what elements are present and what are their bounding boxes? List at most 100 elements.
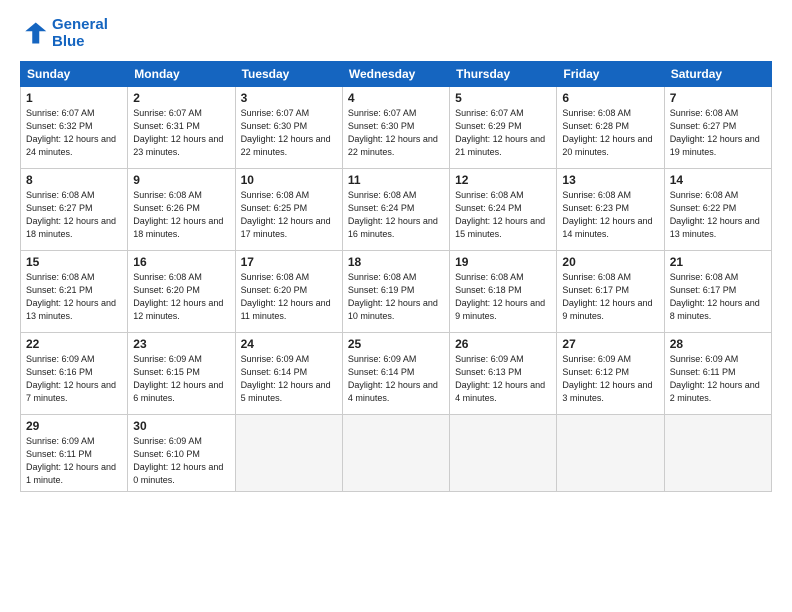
logo-text: General [52,16,108,33]
day-info: Sunrise: 6:09 AMSunset: 6:16 PMDaylight:… [26,353,122,405]
calendar-week-row: 15 Sunrise: 6:08 AMSunset: 6:21 PMDayligh… [21,250,772,332]
day-info: Sunrise: 6:08 AMSunset: 6:20 PMDaylight:… [241,271,337,323]
calendar-week-row: 22 Sunrise: 6:09 AMSunset: 6:16 PMDayligh… [21,332,772,414]
day-info: Sunrise: 6:08 AMSunset: 6:17 PMDaylight:… [670,271,766,323]
calendar-cell: 4Sunrise: 6:07 AMSunset: 6:30 PMDaylight… [342,86,449,168]
logo: General Blue [20,16,108,51]
calendar-cell [664,414,771,491]
calendar-cell: 23 Sunrise: 6:09 AMSunset: 6:15 PMDayligh… [128,332,235,414]
calendar-cell: 7 Sunrise: 6:08 AMSunset: 6:27 PMDaylight… [664,86,771,168]
calendar-cell: 14 Sunrise: 6:08 AMSunset: 6:22 PMDayligh… [664,168,771,250]
calendar-cell [342,414,449,491]
day-number: 29 [26,419,122,433]
calendar-cell: 11 Sunrise: 6:08 AMSunset: 6:24 PMDayligh… [342,168,449,250]
day-info: Sunrise: 6:08 AMSunset: 6:24 PMDaylight:… [455,189,551,241]
day-number: 11 [348,173,444,187]
day-number: 14 [670,173,766,187]
calendar-cell: 1Sunrise: 6:07 AMSunset: 6:32 PMDaylight… [21,86,128,168]
day-info: Sunrise: 6:09 AMSunset: 6:12 PMDaylight:… [562,353,658,405]
weekday-header-saturday: Saturday [664,61,771,86]
calendar-cell: 30 Sunrise: 6:09 AMSunset: 6:10 PMDayligh… [128,414,235,491]
calendar-cell: 24 Sunrise: 6:09 AMSunset: 6:14 PMDayligh… [235,332,342,414]
day-info: Sunrise: 6:08 AMSunset: 6:24 PMDaylight:… [348,189,444,241]
header: General Blue [20,16,772,51]
calendar-week-row: 29 Sunrise: 6:09 AMSunset: 6:11 PMDayligh… [21,414,772,491]
calendar-cell [557,414,664,491]
day-info: Sunrise: 6:09 AMSunset: 6:14 PMDaylight:… [348,353,444,405]
day-info: Sunrise: 6:08 AMSunset: 6:21 PMDaylight:… [26,271,122,323]
calendar-cell: 27 Sunrise: 6:09 AMSunset: 6:12 PMDayligh… [557,332,664,414]
weekday-header-tuesday: Tuesday [235,61,342,86]
day-number: 26 [455,337,551,351]
day-number: 15 [26,255,122,269]
calendar-cell: 10 Sunrise: 6:08 AMSunset: 6:25 PMDayligh… [235,168,342,250]
day-number: 23 [133,337,229,351]
day-info: Sunrise: 6:08 AMSunset: 6:28 PMDaylight:… [562,107,658,159]
day-number: 17 [241,255,337,269]
calendar-cell: 2Sunrise: 6:07 AMSunset: 6:31 PMDaylight… [128,86,235,168]
day-number: 27 [562,337,658,351]
day-number: 9 [133,173,229,187]
day-number: 8 [26,173,122,187]
day-info: Sunrise: 6:08 AMSunset: 6:20 PMDaylight:… [133,271,229,323]
day-info: Sunrise: 6:07 AMSunset: 6:32 PMDaylight:… [26,107,122,159]
day-info: Sunrise: 6:08 AMSunset: 6:27 PMDaylight:… [26,189,122,241]
day-number: 25 [348,337,444,351]
calendar-cell: 16Sunrise: 6:08 AMSunset: 6:20 PMDayligh… [128,250,235,332]
calendar-cell: 3 Sunrise: 6:07 AMSunset: 6:30 PMDaylight… [235,86,342,168]
day-info: Sunrise: 6:08 AMSunset: 6:27 PMDaylight:… [670,107,766,159]
calendar-cell: 20 Sunrise: 6:08 AMSunset: 6:17 PMDayligh… [557,250,664,332]
calendar-cell: 26 Sunrise: 6:09 AMSunset: 6:13 PMDayligh… [450,332,557,414]
day-number: 22 [26,337,122,351]
calendar-cell: 21 Sunrise: 6:08 AMSunset: 6:17 PMDayligh… [664,250,771,332]
logo-icon [20,19,48,47]
day-number: 30 [133,419,229,433]
calendar-cell: 5 Sunrise: 6:07 AMSunset: 6:29 PMDaylight… [450,86,557,168]
calendar-cell: 19Sunrise: 6:08 AMSunset: 6:18 PMDayligh… [450,250,557,332]
day-number: 20 [562,255,658,269]
day-info: Sunrise: 6:09 AMSunset: 6:10 PMDaylight:… [133,435,229,487]
day-info: Sunrise: 6:08 AMSunset: 6:26 PMDaylight:… [133,189,229,241]
day-number: 24 [241,337,337,351]
day-info: Sunrise: 6:07 AMSunset: 6:29 PMDaylight:… [455,107,551,159]
day-number: 3 [241,91,337,105]
calendar-cell: 25 Sunrise: 6:09 AMSunset: 6:14 PMDayligh… [342,332,449,414]
calendar-cell: 17 Sunrise: 6:08 AMSunset: 6:20 PMDayligh… [235,250,342,332]
logo-blue: Blue [52,33,108,50]
day-info: Sunrise: 6:08 AMSunset: 6:22 PMDaylight:… [670,189,766,241]
weekday-header-wednesday: Wednesday [342,61,449,86]
calendar-table: SundayMondayTuesdayWednesdayThursdayFrid… [20,61,772,492]
day-info: Sunrise: 6:09 AMSunset: 6:15 PMDaylight:… [133,353,229,405]
calendar-cell: 18 Sunrise: 6:08 AMSunset: 6:19 PMDayligh… [342,250,449,332]
calendar-week-row: 8 Sunrise: 6:08 AMSunset: 6:27 PMDaylight… [21,168,772,250]
calendar-cell [235,414,342,491]
calendar-cell [450,414,557,491]
weekday-header-friday: Friday [557,61,664,86]
day-info: Sunrise: 6:09 AMSunset: 6:11 PMDaylight:… [670,353,766,405]
day-number: 12 [455,173,551,187]
calendar-cell: 29 Sunrise: 6:09 AMSunset: 6:11 PMDayligh… [21,414,128,491]
day-info: Sunrise: 6:08 AMSunset: 6:17 PMDaylight:… [562,271,658,323]
day-number: 7 [670,91,766,105]
day-info: Sunrise: 6:08 AMSunset: 6:19 PMDaylight:… [348,271,444,323]
day-number: 13 [562,173,658,187]
day-info: Sunrise: 6:07 AMSunset: 6:30 PMDaylight:… [241,107,337,159]
calendar-week-row: 1Sunrise: 6:07 AMSunset: 6:32 PMDaylight… [21,86,772,168]
day-number: 5 [455,91,551,105]
weekday-header-sunday: Sunday [21,61,128,86]
day-info: Sunrise: 6:09 AMSunset: 6:11 PMDaylight:… [26,435,122,487]
day-number: 4 [348,91,444,105]
calendar-cell: 22 Sunrise: 6:09 AMSunset: 6:16 PMDayligh… [21,332,128,414]
weekday-header-thursday: Thursday [450,61,557,86]
day-number: 21 [670,255,766,269]
day-number: 18 [348,255,444,269]
day-info: Sunrise: 6:09 AMSunset: 6:14 PMDaylight:… [241,353,337,405]
day-info: Sunrise: 6:08 AMSunset: 6:25 PMDaylight:… [241,189,337,241]
calendar-cell: 28 Sunrise: 6:09 AMSunset: 6:11 PMDayligh… [664,332,771,414]
day-info: Sunrise: 6:09 AMSunset: 6:13 PMDaylight:… [455,353,551,405]
weekday-header-row: SundayMondayTuesdayWednesdayThursdayFrid… [21,61,772,86]
calendar-cell: 13Sunrise: 6:08 AMSunset: 6:23 PMDayligh… [557,168,664,250]
day-number: 28 [670,337,766,351]
day-number: 6 [562,91,658,105]
day-number: 10 [241,173,337,187]
